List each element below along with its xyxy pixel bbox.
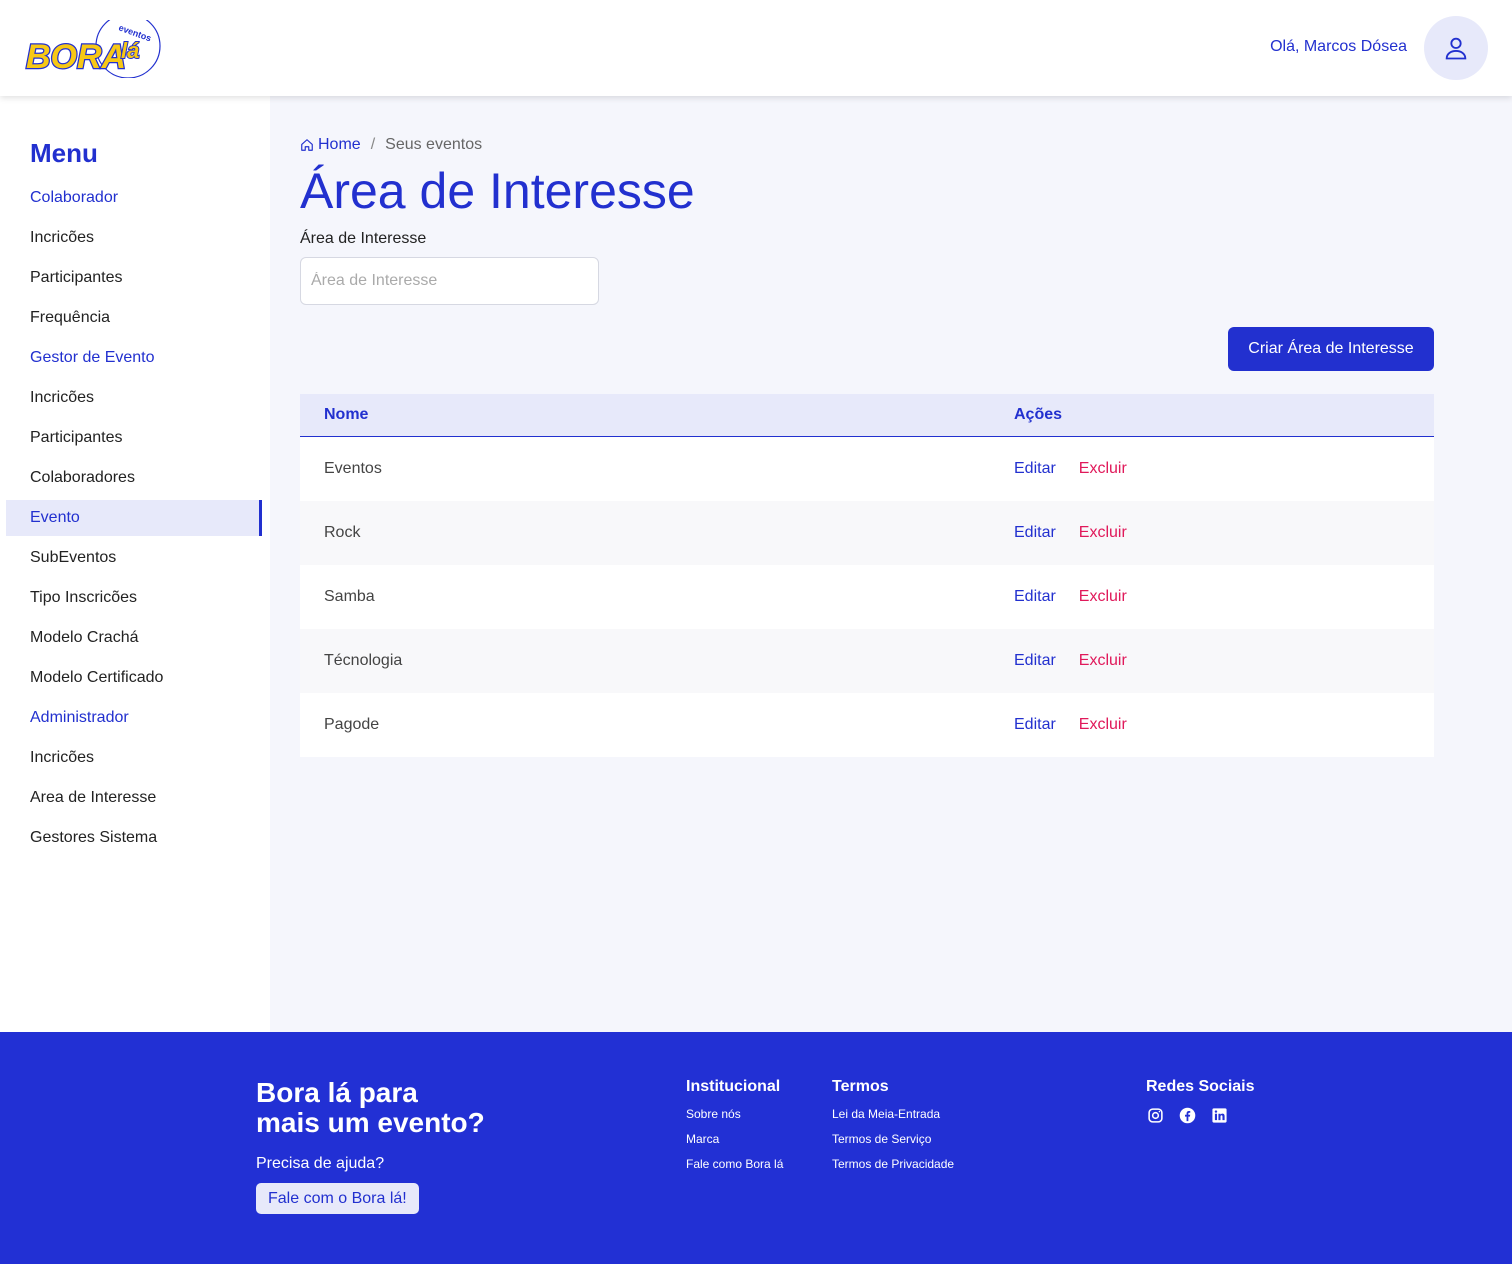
delete-link[interactable]: Excluir bbox=[1079, 652, 1127, 670]
delete-link[interactable]: Excluir bbox=[1079, 588, 1127, 606]
row-name: Técnologia bbox=[324, 652, 403, 669]
linkedin-icon[interactable] bbox=[1210, 1106, 1228, 1124]
svg-text:lá: lá bbox=[121, 38, 139, 63]
table-row: Eventos Editar Excluir bbox=[300, 437, 1434, 501]
menu-title: Menu bbox=[30, 138, 98, 168]
table-row: Técnologia Editar Excluir bbox=[300, 629, 1434, 693]
table-row: Pagode Editar Excluir bbox=[300, 693, 1434, 757]
sidebar-item-colaborador-participantes[interactable]: Participantes bbox=[6, 260, 262, 296]
footer-col-institucional: Institucional Sobre nós Marca Fale como … bbox=[686, 1078, 783, 1177]
breadcrumb-home-link[interactable]: Home bbox=[300, 136, 361, 154]
sidebar-item-tipo-inscricoes[interactable]: Tipo Inscricões bbox=[6, 580, 262, 616]
fale-com-bora-la-button[interactable]: Fale com o Bora lá! bbox=[256, 1183, 419, 1214]
sidebar-item-area-de-interesse[interactable]: Area de Interesse bbox=[6, 780, 262, 816]
row-name: Eventos bbox=[324, 460, 382, 477]
user-avatar-button[interactable] bbox=[1424, 16, 1488, 80]
sidebar-item-admin-incricoes[interactable]: Incricões bbox=[6, 740, 262, 776]
sidebar-item-modelo-certificado[interactable]: Modelo Certificado bbox=[6, 660, 262, 696]
edit-link[interactable]: Editar bbox=[1014, 588, 1056, 606]
table-row: Samba Editar Excluir bbox=[300, 565, 1434, 629]
footer: Bora lá para mais um evento? Precisa de … bbox=[0, 1032, 1512, 1264]
breadcrumb-home-label: Home bbox=[318, 136, 361, 153]
sidebar-item-subeventos[interactable]: SubEventos bbox=[6, 540, 262, 576]
social-icons bbox=[1146, 1106, 1255, 1124]
row-name: Rock bbox=[324, 524, 361, 541]
svg-text:BORA: BORA bbox=[26, 38, 126, 76]
delete-link[interactable]: Excluir bbox=[1079, 524, 1127, 542]
footer-headline: Bora lá para mais um evento? bbox=[256, 1078, 556, 1138]
sidebar-section-administrador[interactable]: Administrador bbox=[6, 700, 262, 736]
sidebar-item-colaborador-incricoes[interactable]: Incricões bbox=[6, 220, 262, 256]
row-name: Pagode bbox=[324, 716, 380, 733]
delete-link[interactable]: Excluir bbox=[1079, 716, 1127, 734]
sidebar-section-colaborador[interactable]: Colaborador bbox=[6, 180, 262, 216]
sidebar-item-modelo-cracha[interactable]: Modelo Crachá bbox=[6, 620, 262, 656]
footer-link-meia-entrada[interactable]: Lei da Meia-Entrada bbox=[832, 1102, 954, 1127]
delete-link[interactable]: Excluir bbox=[1079, 460, 1127, 478]
footer-link-marca[interactable]: Marca bbox=[686, 1127, 783, 1152]
top-header: eventos BORA lá Olá, Marcos Dósea bbox=[0, 0, 1512, 96]
area-de-interesse-label: Área de Interesse bbox=[300, 230, 427, 247]
instagram-icon[interactable] bbox=[1146, 1106, 1164, 1124]
sidebar: Menu Colaborador Incricões Participantes… bbox=[0, 96, 270, 1032]
sidebar-section-gestor-de-evento[interactable]: Gestor de Evento bbox=[6, 340, 262, 376]
column-header-acoes: Ações bbox=[1014, 406, 1063, 423]
sidebar-item-evento[interactable]: Evento bbox=[6, 500, 262, 536]
areas-table: Nome Ações Eventos Editar Excluir Rock E… bbox=[300, 394, 1434, 757]
row-name: Samba bbox=[324, 588, 375, 605]
home-icon bbox=[301, 139, 313, 151]
footer-headline-line-1: Bora lá para bbox=[256, 1077, 418, 1108]
edit-link[interactable]: Editar bbox=[1014, 652, 1056, 670]
table-row: Rock Editar Excluir bbox=[300, 501, 1434, 565]
sidebar-item-gestor-incricoes[interactable]: Incricões bbox=[6, 380, 262, 416]
bora-la-logo[interactable]: eventos BORA lá bbox=[22, 13, 164, 79]
area-de-interesse-input[interactable] bbox=[300, 257, 599, 305]
criar-area-de-interesse-button[interactable]: Criar Área de Interesse bbox=[1228, 327, 1434, 371]
sidebar-item-gestor-participantes[interactable]: Participantes bbox=[6, 420, 262, 456]
edit-link[interactable]: Editar bbox=[1014, 460, 1056, 478]
breadcrumb-separator: / bbox=[370, 136, 376, 153]
footer-link-termos-privacidade[interactable]: Termos de Privacidade bbox=[832, 1152, 954, 1177]
edit-link[interactable]: Editar bbox=[1014, 524, 1056, 542]
footer-col-title: Termos bbox=[832, 1078, 889, 1095]
user-greeting[interactable]: Olá, Marcos Dósea bbox=[1270, 38, 1407, 56]
footer-social: Redes Sociais bbox=[1146, 1078, 1255, 1124]
footer-link-termos-servico[interactable]: Termos de Serviço bbox=[832, 1127, 954, 1152]
footer-col-termos: Termos Lei da Meia-Entrada Termos de Ser… bbox=[832, 1078, 954, 1177]
column-header-nome: Nome bbox=[324, 406, 369, 423]
footer-help-text: Precisa de ajuda? bbox=[256, 1155, 385, 1172]
facebook-icon[interactable] bbox=[1178, 1106, 1196, 1124]
user-icon bbox=[1445, 37, 1467, 60]
footer-col-title: Institucional bbox=[686, 1078, 781, 1095]
footer-link-sobre-nos[interactable]: Sobre nós bbox=[686, 1102, 783, 1127]
breadcrumb: Home / Seus eventos bbox=[300, 136, 482, 154]
edit-link[interactable]: Editar bbox=[1014, 716, 1056, 734]
page-title: Área de Interesse bbox=[300, 163, 695, 219]
sidebar-menu: Colaborador Incricões Participantes Freq… bbox=[6, 180, 262, 860]
table-header: Nome Ações bbox=[300, 394, 1434, 437]
footer-headline-line-2: mais um evento? bbox=[256, 1107, 485, 1138]
footer-link-fale-como-bora-la[interactable]: Fale como Bora lá bbox=[686, 1152, 783, 1177]
sidebar-item-gestores-sistema[interactable]: Gestores Sistema bbox=[6, 820, 262, 856]
sidebar-item-colaboradores[interactable]: Colaboradores bbox=[6, 460, 262, 496]
breadcrumb-current: Seus eventos bbox=[385, 136, 483, 153]
sidebar-item-frequencia[interactable]: Frequência bbox=[6, 300, 262, 336]
footer-social-title: Redes Sociais bbox=[1146, 1078, 1255, 1095]
